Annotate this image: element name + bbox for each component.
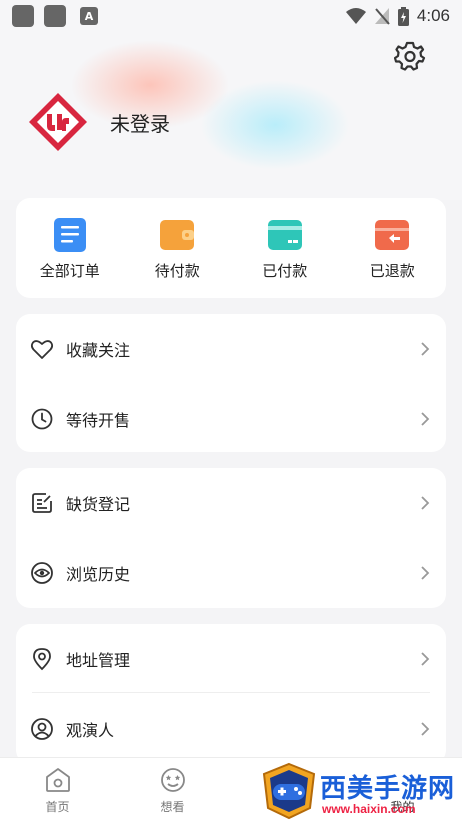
menu-item-label: 收藏关注 [66,341,131,360]
app-icon: A [80,7,98,25]
menu-item-label: 浏览历史 [66,565,131,584]
watermark-url: www.haixin.com [322,802,416,816]
chevron-right-icon [421,496,430,510]
chevron-right-icon [421,722,430,736]
chevron-right-icon [421,566,430,580]
no-signal-icon [374,8,390,25]
divider [32,692,430,693]
order-pending-button[interactable]: 待付款 [124,198,232,298]
tab-wishlist[interactable]: 想看 [115,758,230,821]
note-icon [32,493,52,513]
header-gradient-blob-blue [200,80,350,170]
menu-group-account: 地址管理 观演人 [16,624,446,764]
eye-icon [31,562,53,584]
wifi-icon [345,8,366,24]
menu-item-stock-registration[interactable]: 缺货登记 [16,468,446,538]
star-face-icon [160,768,185,792]
notification-icon [44,5,66,27]
order-refunded-label: 已退款 [369,262,415,280]
order-refunded-button[interactable]: 已退款 [339,198,447,298]
order-paid-button[interactable]: 已付款 [231,198,339,298]
settings-gear-icon[interactable] [394,40,426,72]
menu-group-registration: 缺货登记 浏览历史 [16,468,446,608]
wallet-icon [160,220,195,250]
home-icon [45,768,70,792]
heart-icon [30,340,54,359]
app-logo [29,93,87,151]
chevron-right-icon [421,342,430,356]
battery-charging-icon [397,6,409,26]
list-icon [53,218,86,252]
chevron-right-icon [421,652,430,666]
watermark-text: 西美手游网 [320,774,456,804]
menu-item-favorites[interactable]: 收藏关注 [16,314,446,384]
login-status[interactable]: 未登录 [110,108,170,137]
notification-icon [12,5,34,27]
menu-item-label: 观演人 [66,721,115,740]
card-icon [267,220,302,250]
person-icon [31,718,53,740]
menu-item-label: 地址管理 [66,651,131,670]
tab-home-label: 首页 [45,800,70,814]
order-all-label: 全部订单 [39,262,100,280]
menu-item-label: 缺货登记 [66,495,131,514]
menu-item-address[interactable]: 地址管理 [16,624,446,694]
menu-item-browse-history[interactable]: 浏览历史 [16,538,446,608]
status-time: 4:06 [416,6,450,25]
orders-card: 全部订单 待付款 已付款 已退款 [16,198,446,298]
order-pending-label: 待付款 [154,262,200,280]
order-paid-label: 已付款 [262,262,308,280]
menu-item-upcoming-sale[interactable]: 等待开售 [16,384,446,454]
tab-wishlist-label: 想看 [160,800,185,814]
menu-item-audience[interactable]: 观演人 [16,694,446,764]
chevron-right-icon [421,412,430,426]
status-bar: A 4:06 [0,0,462,32]
order-all-button[interactable]: 全部订单 [16,198,124,298]
clock-icon [31,408,53,430]
location-icon [33,648,51,671]
menu-group-favorites: 收藏关注 等待开售 [16,314,446,452]
tab-home[interactable]: 首页 [0,758,115,821]
menu-item-label: 等待开售 [66,411,131,430]
watermark: 西美手游网 www.haixin.com [260,762,462,821]
watermark-gamepad-logo [262,762,316,820]
refund-icon [375,220,410,250]
